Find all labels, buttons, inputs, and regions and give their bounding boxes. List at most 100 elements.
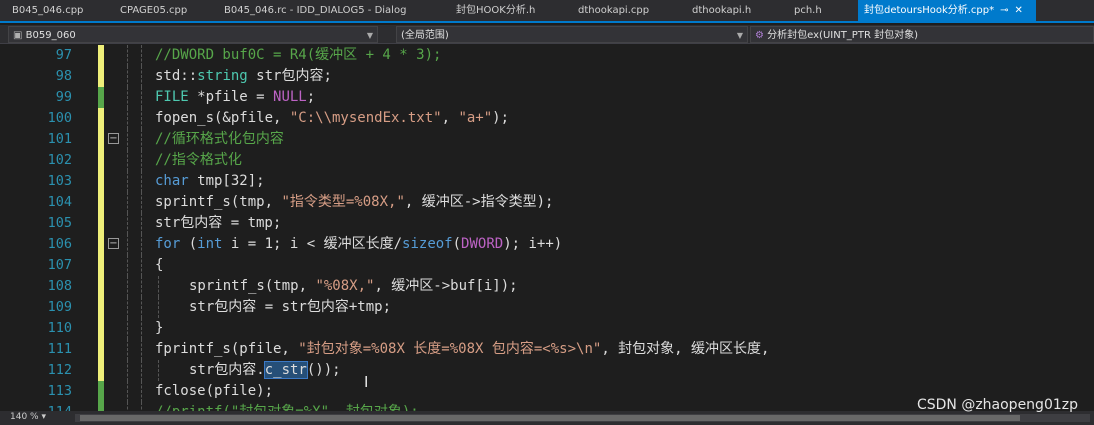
pin-icon[interactable]: ⊸	[1000, 5, 1008, 16]
code-text: //printf("封包对象=%X", 封包对象);	[155, 402, 419, 411]
indent-guide	[158, 360, 159, 381]
code-line[interactable]: 108 sprintf_s(tmp, "%08X,", 缓冲区->buf[i]);	[0, 276, 1094, 297]
code-line[interactable]: 112 str包内容.c_str());	[0, 360, 1094, 381]
code-token: //printf("封包对象=%X", 封包对象);	[155, 404, 419, 411]
indent-guide	[141, 171, 142, 192]
line-number: 107	[47, 257, 72, 273]
indent-guide	[141, 234, 142, 255]
code-line[interactable]: 107 {	[0, 255, 1094, 276]
tab-label: dthookapi.h	[692, 5, 752, 16]
line-number: 98	[55, 68, 72, 84]
indent-guide	[141, 66, 142, 87]
code-token: {	[155, 257, 164, 273]
code-token: str包内容 = str包内容+tmp;	[189, 299, 392, 315]
code-token: , 缓冲区->指令类型);	[404, 194, 554, 210]
indent-guide	[141, 318, 142, 339]
tab-4[interactable]: dthookapi.cpp	[572, 0, 682, 21]
indent-guide	[158, 297, 159, 318]
code-token: "封包对象=%08X 长度=%08X 包内容=<%s>\n"	[298, 341, 602, 357]
change-marker	[98, 45, 104, 66]
code-token: ); i++)	[503, 236, 563, 252]
indent-guide	[127, 360, 128, 381]
change-marker	[98, 360, 104, 381]
tab-7[interactable]: 封包detoursHook分析.cpp* ⊸ ✕	[858, 0, 1036, 21]
code-editor[interactable]: 97 //DWORD buf0C = R4(缓冲区 + 4 * 3); 98 std:…	[0, 44, 1094, 411]
code-token: (	[452, 236, 462, 252]
indent-guide	[127, 171, 128, 192]
code-text: fclose(pfile);	[155, 381, 273, 402]
indent-guide	[158, 276, 159, 297]
code-line[interactable]: 98 std::string str包内容;	[0, 66, 1094, 87]
code-token: "指令类型=%08X,"	[281, 194, 405, 210]
code-line[interactable]: 104 sprintf_s(tmp, "指令类型=%08X,", 缓冲区->指令类…	[0, 192, 1094, 213]
code-token: fopen_s(&pfile,	[155, 110, 290, 126]
tab-3[interactable]: 封包HOOK分析.h	[450, 0, 568, 21]
project-icon: ▣	[13, 30, 26, 41]
code-line[interactable]: 99 FILE *pfile = NULL;	[0, 87, 1094, 108]
indent-guide	[127, 255, 128, 276]
scope-dropdown[interactable]: (全局范围) ▼	[396, 26, 748, 43]
indent-guide	[127, 339, 128, 360]
code-line[interactable]: 102 //指令格式化	[0, 150, 1094, 171]
code-token: ;	[306, 89, 316, 105]
line-number: 112	[47, 362, 72, 378]
code-token: //指令格式化	[155, 152, 242, 168]
code-token: DWORD	[461, 236, 504, 252]
code-text: }	[155, 318, 163, 339]
tab-6[interactable]: pch.h	[788, 0, 854, 21]
code-text: //指令格式化	[155, 150, 242, 171]
code-text: //DWORD buf0C = R4(缓冲区 + 4 * 3);	[155, 45, 441, 66]
code-line[interactable]: 106− for (int i = 1; i < 缓冲区长度/sizeof(DWO…	[0, 234, 1094, 255]
scrollbar-thumb[interactable]	[80, 415, 1020, 421]
indent-guide	[127, 213, 128, 234]
code-line[interactable]: 110}	[0, 318, 1094, 339]
function-dropdown[interactable]: ⚙ 分析封包ex(UINT_PTR 封包对象)	[750, 26, 1094, 43]
project-dropdown[interactable]: ▣ B059_060 ▼	[8, 26, 378, 43]
code-token: "a+"	[458, 110, 493, 126]
code-line[interactable]: 100 fopen_s(&pfile, "C:\\mysendEx.txt", "…	[0, 108, 1094, 129]
code-line[interactable]: 109 str包内容 = str包内容+tmp;	[0, 297, 1094, 318]
code-text: sprintf_s(tmp, "指令类型=%08X,", 缓冲区->指令类型);	[155, 192, 553, 213]
code-line[interactable]: 103 char tmp[32];	[0, 171, 1094, 192]
tab-label: B045_046.cpp	[12, 5, 84, 16]
indent-guide	[127, 150, 128, 171]
code-token: *pfile =	[188, 89, 274, 105]
tab-2[interactable]: B045_046.rc - IDD_DIALOG5 - Dialog	[218, 0, 446, 21]
indent-guide	[141, 255, 142, 276]
code-text: char tmp[32];	[155, 171, 265, 192]
tab-label: B045_046.rc - IDD_DIALOG5 - Dialog	[224, 5, 407, 16]
indent-guide	[141, 192, 142, 213]
code-text: str包内容 = str包内容+tmp;	[189, 297, 391, 318]
indent-guide	[141, 276, 142, 297]
chevron-down-icon: ▼	[366, 31, 373, 40]
code-token: ,	[441, 110, 459, 126]
code-text: std::string str包内容;	[155, 66, 332, 87]
indent-guide	[127, 297, 128, 318]
indent-guide	[141, 129, 142, 150]
tab-1[interactable]: CPAGE05.cpp	[114, 0, 214, 21]
close-icon[interactable]: ✕	[1015, 5, 1023, 16]
chevron-down-icon: ▼	[736, 31, 743, 40]
code-line[interactable]: 111 fprintf_s(pfile, "封包对象=%08X 长度=%08X 包…	[0, 339, 1094, 360]
horizontal-scrollbar[interactable]	[75, 414, 1090, 422]
project-name: B059_060	[25, 30, 76, 41]
zoom-level[interactable]: 140 % ▾	[10, 412, 46, 422]
code-line[interactable]: 105 str包内容 = tmp;	[0, 213, 1094, 234]
change-marker	[98, 66, 104, 87]
code-line[interactable]: 101 − //循环格式化包内容	[0, 129, 1094, 150]
collapse-icon[interactable]: −	[108, 133, 119, 144]
editor-status-bar: 140 % ▾	[0, 411, 1094, 425]
collapse-icon[interactable]: −	[108, 238, 119, 249]
document-tab-bar: B045_046.cpp CPAGE05.cpp B045_046.rc - IDD…	[0, 0, 1094, 23]
indent-guide	[127, 276, 128, 297]
tab-0[interactable]: B045_046.cpp	[6, 0, 110, 21]
code-line[interactable]: 97 //DWORD buf0C = R4(缓冲区 + 4 * 3);	[0, 45, 1094, 66]
code-token: , 缓冲区->buf[i]);	[374, 278, 518, 294]
scope-label: (全局范围)	[401, 30, 449, 41]
indent-guide	[127, 87, 128, 108]
code-text: str包内容.c_str());	[189, 360, 341, 381]
tab-5[interactable]: dthookapi.h	[686, 0, 784, 21]
indent-guide	[141, 297, 142, 318]
code-token: ());	[306, 362, 341, 378]
code-token: std	[155, 68, 181, 84]
